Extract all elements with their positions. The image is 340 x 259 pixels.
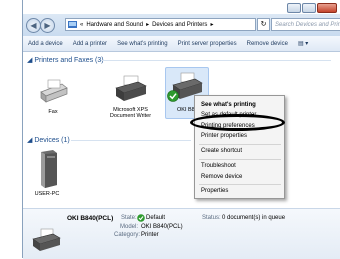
computer-tower-icon bbox=[41, 150, 57, 188]
print-server-properties-button[interactable]: Print server properties bbox=[173, 41, 242, 47]
back-arrow-icon: ◀ bbox=[30, 21, 37, 30]
menu-separator bbox=[199, 184, 281, 185]
breadcrumb-overflow[interactable]: « bbox=[80, 22, 83, 28]
minimize-button[interactable] bbox=[287, 3, 301, 13]
control-panel-icon bbox=[68, 21, 77, 28]
device-xps-writer[interactable]: Microsoft XPS Document Writer bbox=[103, 74, 158, 120]
group-divider bbox=[71, 140, 191, 141]
details-model-value: OKI B840(PCL) bbox=[141, 224, 183, 230]
highlight-circle-annotation bbox=[190, 114, 285, 131]
details-model-label: Model: bbox=[120, 224, 139, 230]
details-category-label: Category: bbox=[114, 232, 141, 238]
explorer-window: ◀ ▶ « Hardware and Sound ▸ Devices and P… bbox=[22, 0, 340, 259]
collapse-arrow-icon: ◢ bbox=[27, 57, 33, 64]
default-check-icon bbox=[137, 214, 145, 222]
group-label: Printers and Faxes (3) bbox=[34, 57, 104, 64]
details-category-value: Printer bbox=[141, 232, 159, 238]
default-check-icon bbox=[167, 90, 179, 102]
printer-icon bbox=[114, 75, 147, 101]
search-input[interactable]: Search Devices and Printers bbox=[271, 18, 340, 31]
details-pane: OKI B840(PCL) State: Default Status: 0 d… bbox=[23, 208, 340, 259]
printer-icon bbox=[32, 228, 61, 251]
device-label: Fax bbox=[48, 108, 58, 115]
menu-item-create-shortcut[interactable]: Create shortcut bbox=[201, 148, 242, 154]
maximize-button[interactable] bbox=[302, 3, 316, 13]
details-status-label: Status: bbox=[202, 215, 221, 221]
back-button[interactable]: ◀ bbox=[26, 18, 41, 33]
add-printer-button[interactable]: Add a printer bbox=[68, 41, 112, 47]
group-divider bbox=[101, 60, 331, 61]
device-label: USER-PC bbox=[34, 190, 60, 197]
context-menu: See what's printing Set as default print… bbox=[194, 95, 285, 199]
window-caption-buttons bbox=[287, 3, 337, 13]
breadcrumb-separator-icon: ▸ bbox=[210, 22, 214, 28]
group-header-printers[interactable]: ◢ Printers and Faxes (3) bbox=[27, 56, 104, 64]
collapse-arrow-icon: ◢ bbox=[27, 137, 33, 144]
details-state-value: Default bbox=[146, 215, 166, 221]
details-state-label: State: bbox=[121, 215, 137, 221]
menu-item-troubleshoot[interactable]: Troubleshoot bbox=[201, 163, 236, 169]
forward-button[interactable]: ▶ bbox=[40, 18, 55, 33]
menu-item-printer-properties[interactable]: Printer properties bbox=[201, 133, 247, 139]
menu-item-remove-device[interactable]: Remove device bbox=[201, 174, 242, 180]
details-status-value: 0 document(s) in queue bbox=[222, 215, 286, 221]
group-header-devices[interactable]: ◢ Devices (1) bbox=[27, 136, 70, 144]
menu-item-properties[interactable]: Properties bbox=[201, 188, 228, 194]
address-row: ◀ ▶ « Hardware and Sound ▸ Devices and P… bbox=[23, 14, 340, 36]
close-button[interactable] bbox=[317, 3, 337, 13]
refresh-button[interactable]: ↻ bbox=[257, 18, 270, 31]
details-device-name: OKI B840(PCL) bbox=[67, 215, 114, 222]
breadcrumb-separator-icon: ▸ bbox=[146, 22, 150, 28]
group-label: Devices (1) bbox=[34, 137, 70, 144]
refresh-icon: ↻ bbox=[260, 21, 267, 28]
forward-arrow-icon: ▶ bbox=[44, 21, 51, 30]
command-bar: Add a device Add a printer See what's pr… bbox=[23, 36, 340, 52]
device-user-pc[interactable]: USER-PC bbox=[27, 150, 67, 197]
breadcrumb-devices-and-printers[interactable]: Devices and Printers bbox=[152, 22, 207, 28]
remove-device-button[interactable]: Remove device bbox=[242, 41, 293, 47]
device-label: Microsoft XPS Document Writer bbox=[109, 106, 152, 120]
breadcrumb-hardware-and-sound[interactable]: Hardware and Sound bbox=[86, 22, 143, 28]
menu-separator bbox=[199, 159, 281, 160]
menu-separator bbox=[199, 144, 281, 145]
see-whats-printing-button[interactable]: See what's printing bbox=[112, 41, 173, 47]
device-fax[interactable]: Fax bbox=[28, 78, 78, 115]
fax-icon bbox=[40, 79, 68, 103]
add-device-button[interactable]: Add a device bbox=[23, 41, 68, 47]
address-bar[interactable]: « Hardware and Sound ▸ Devices and Print… bbox=[65, 18, 256, 31]
menu-item-see-whats-printing[interactable]: See what's printing bbox=[201, 102, 256, 108]
view-options-icon[interactable]: ▤ ▾ bbox=[293, 40, 313, 47]
